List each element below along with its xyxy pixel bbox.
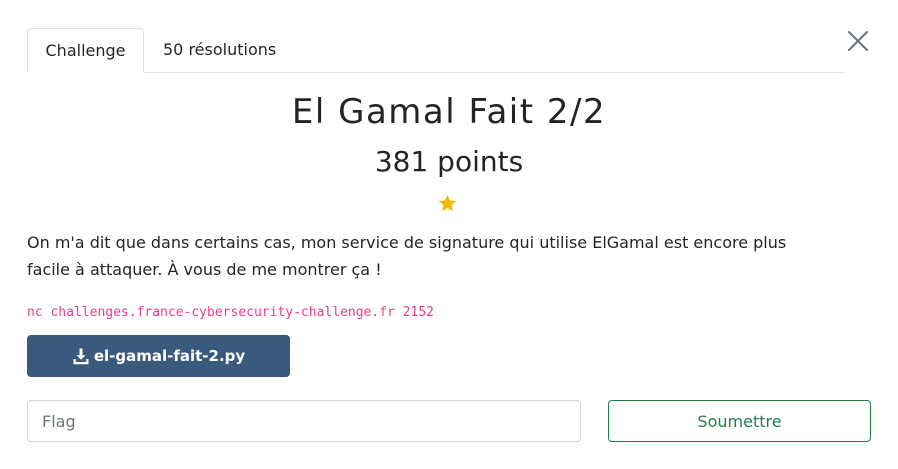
download-icon bbox=[73, 348, 89, 365]
connection-command: nc challenges.france-cybersecurity-chall… bbox=[27, 305, 434, 320]
tab-challenge[interactable]: Challenge bbox=[27, 28, 144, 73]
download-file-label: el-gamal-fait-2.py bbox=[93, 347, 246, 365]
close-button[interactable] bbox=[846, 29, 870, 53]
submit-button[interactable]: Soumettre bbox=[608, 400, 871, 442]
challenge-modal: Challenge 50 résolutions El Gamal Fait 2… bbox=[0, 0, 898, 469]
star-icon bbox=[438, 194, 457, 212]
challenge-points: 381 points bbox=[374, 145, 524, 178]
download-file-button[interactable]: el-gamal-fait-2.py bbox=[27, 335, 290, 377]
tab-resolutions[interactable]: 50 résolutions bbox=[163, 28, 276, 73]
challenge-description: On m'a dit que dans certains cas, mon se… bbox=[27, 233, 787, 279]
challenge-title: El Gamal Fait 2/2 bbox=[291, 92, 607, 132]
tab-bar: Challenge 50 résolutions bbox=[27, 28, 844, 73]
flag-input[interactable] bbox=[27, 400, 581, 442]
close-icon bbox=[848, 31, 868, 51]
